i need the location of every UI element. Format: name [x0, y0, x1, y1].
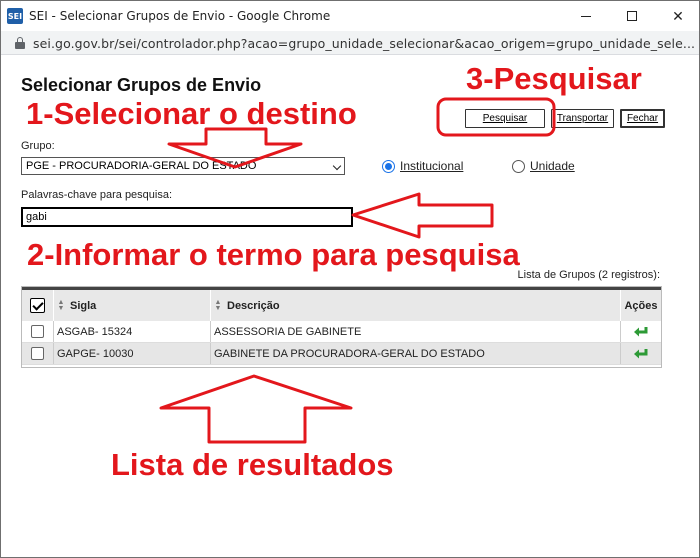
select-all-cell	[22, 290, 54, 321]
row-sigla: GAPGE- 10030	[54, 343, 211, 364]
column-descricao-label: Descrição	[227, 299, 280, 312]
title-bar: SEI SEI - Selecionar Grupos de Envio - G…	[1, 1, 699, 31]
transport-arrow-icon[interactable]	[621, 321, 661, 342]
lock-icon	[15, 37, 25, 49]
sort-icon[interactable]: ▲ ▼	[214, 299, 222, 312]
column-sigla-label: Sigla	[70, 299, 97, 312]
column-acoes: Ações	[624, 299, 658, 312]
close-button[interactable]: ✕	[655, 1, 699, 31]
radio-institucional[interactable]	[382, 160, 395, 173]
table-row: GAPGE- 10030 GABINETE DA PROCURADORA-GER…	[22, 343, 661, 365]
page-title: Selecionar Grupos de Envio	[21, 75, 262, 95]
transport-arrow-icon[interactable]	[621, 343, 661, 364]
address-bar[interactable]: sei.go.gov.br/sei/controlador.php?acao=g…	[1, 31, 699, 55]
row-checkbox[interactable]	[31, 325, 44, 338]
annotation-lista: Lista de resultados	[111, 447, 394, 482]
close-dialog-button-label: Fechar	[626, 113, 659, 124]
maximize-icon	[627, 11, 637, 21]
group-label: Grupo:	[21, 140, 55, 152]
browser-window: SEI SEI - Selecionar Grupos de Envio - G…	[0, 0, 700, 558]
transport-button-label: Transportar	[556, 113, 609, 124]
column-sigla[interactable]: ▲ ▼ Sigla	[54, 290, 211, 321]
minimize-icon	[581, 15, 591, 17]
sei-logo-icon: SEI	[7, 8, 23, 24]
window-title: SEI - Selecionar Grupos de Envio - Googl…	[29, 9, 331, 23]
list-caption: Lista de Grupos (2 registros):	[517, 269, 660, 281]
sort-icon[interactable]: ▲ ▼	[57, 299, 65, 312]
search-button[interactable]: Pesquisar	[465, 109, 545, 128]
radio-unidade-label[interactable]: Unidade	[530, 159, 575, 173]
annotation-step2: 2-Informar o termo para pesquisa	[27, 237, 520, 272]
group-select[interactable]: PGE - PROCURADORIA-GERAL DO ESTADO	[21, 157, 345, 175]
chevron-down-icon	[332, 161, 342, 171]
keywords-label: Palavras-chave para pesquisa:	[21, 189, 173, 201]
row-sigla: ASGAB- 15324	[54, 321, 211, 342]
table-header: ▲ ▼ Sigla ▲ ▼ Descrição Ações	[22, 287, 661, 321]
close-icon: ✕	[672, 7, 684, 24]
url-text[interactable]: sei.go.gov.br/sei/controlador.php?acao=g…	[33, 36, 695, 51]
up-arrow-annotation	[159, 374, 353, 444]
minimize-button[interactable]	[563, 1, 609, 31]
groups-table: ▲ ▼ Sigla ▲ ▼ Descrição Ações ASGAB- 15324 A…	[21, 286, 662, 368]
close-dialog-button[interactable]: Fechar	[620, 109, 665, 128]
group-select-value: PGE - PROCURADORIA-GERAL DO ESTADO	[26, 160, 257, 172]
maximize-button[interactable]	[609, 1, 655, 31]
radio-institucional-label[interactable]: Institucional	[400, 159, 463, 173]
row-checkbox[interactable]	[31, 347, 44, 360]
row-descricao: GABINETE DA PROCURADORA-GERAL DO ESTADO	[211, 343, 621, 364]
annotation-step1: 1-Selecionar o destino	[26, 96, 357, 131]
transport-button[interactable]: Transportar	[551, 109, 614, 128]
left-arrow-annotation	[351, 192, 494, 239]
radio-unidade[interactable]	[512, 160, 525, 173]
table-row: ASGAB- 15324 ASSESSORIA DE GABINETE	[22, 321, 661, 343]
keywords-input[interactable]: gabi	[21, 207, 353, 227]
column-descricao[interactable]: ▲ ▼ Descrição	[211, 290, 621, 321]
select-all-checkbox[interactable]	[30, 298, 45, 313]
row-descricao: ASSESSORIA DE GABINETE	[211, 321, 621, 342]
annotation-step3: 3-Pesquisar	[466, 61, 642, 96]
search-button-label: Pesquisar	[482, 113, 528, 124]
